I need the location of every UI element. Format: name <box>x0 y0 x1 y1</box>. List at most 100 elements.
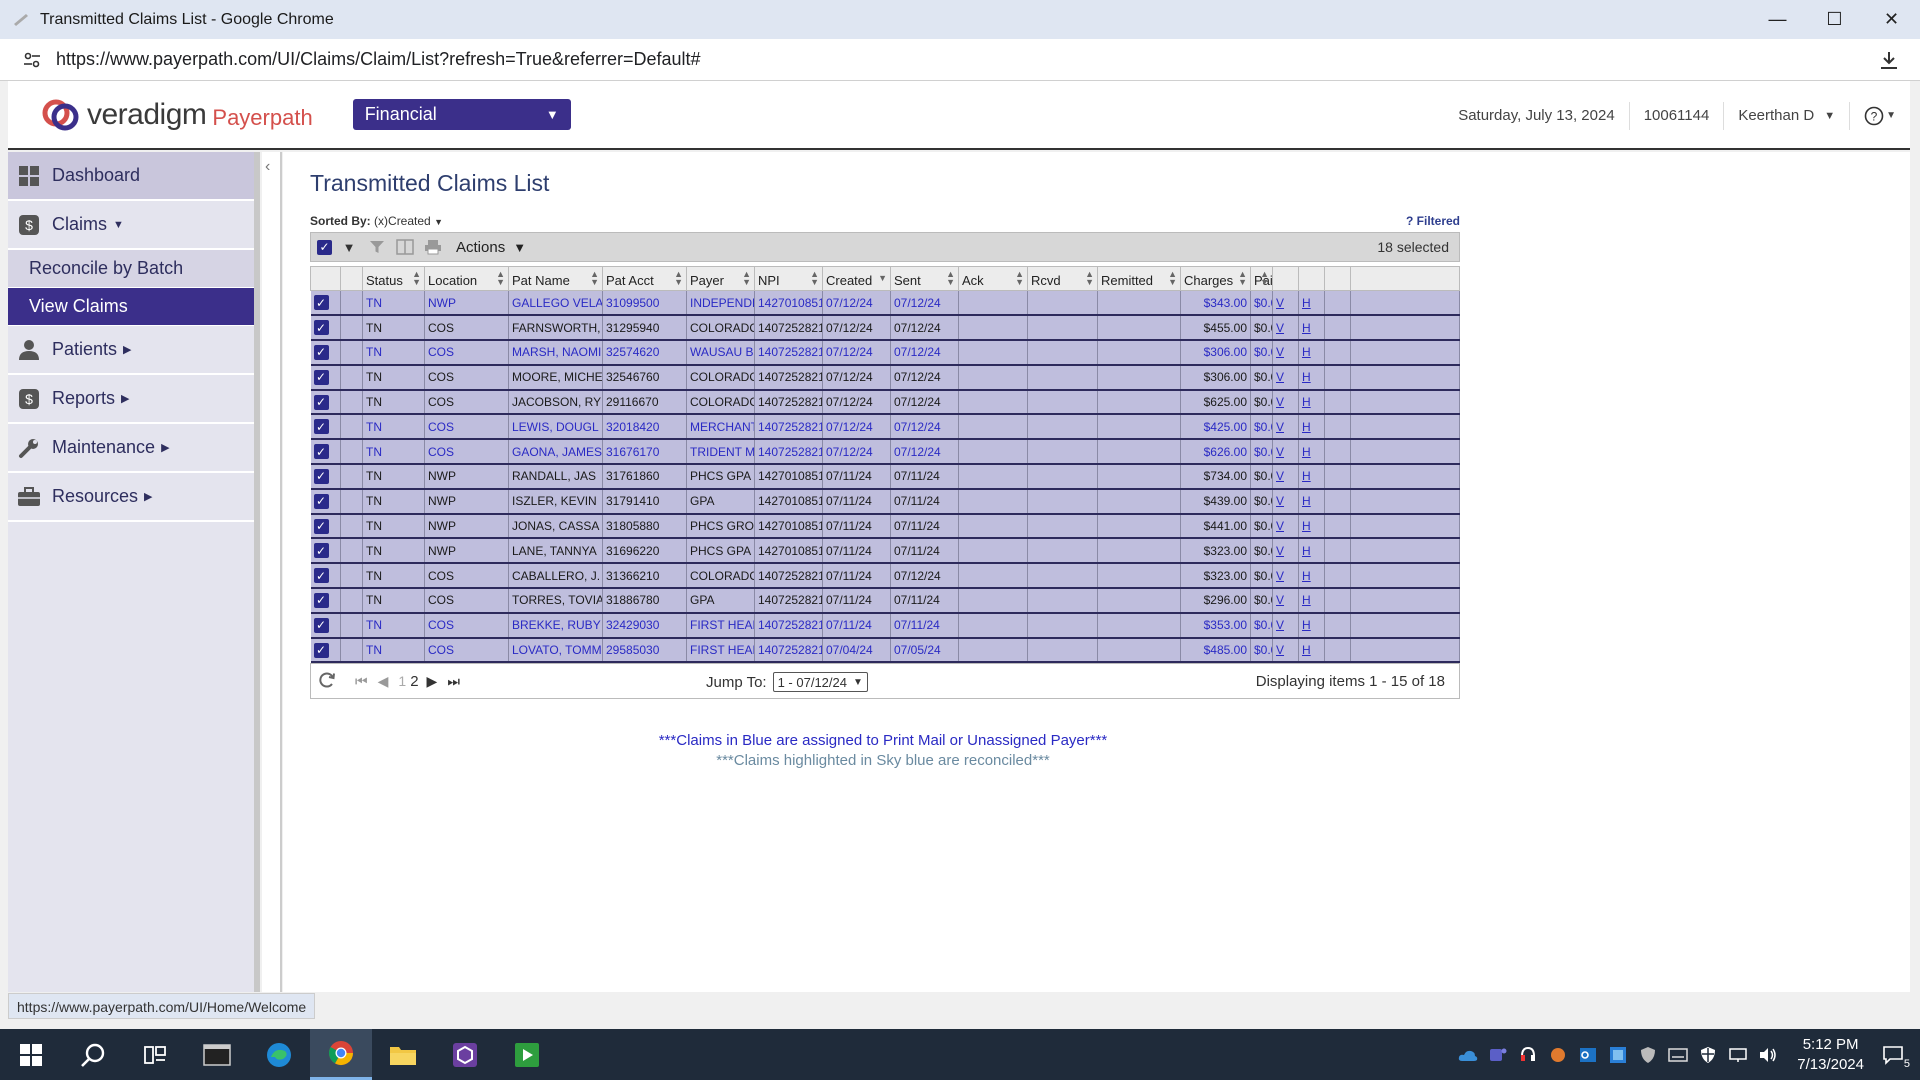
taskbar-app-green[interactable] <box>496 1029 558 1080</box>
row-checkbox[interactable]: ✓ <box>313 419 329 435</box>
sidebar-item-resources[interactable]: Resources ▶ <box>8 473 254 522</box>
headset-icon[interactable] <box>1517 1044 1539 1066</box>
row-checkbox[interactable]: ✓ <box>313 394 329 410</box>
table-row[interactable]: ✓ TNCOSLOVATO, TOMM29585030FIRST HEALTH14… <box>310 637 1460 664</box>
prev-page-icon[interactable]: ◀ <box>378 673 389 690</box>
module-dropdown[interactable]: Financial ▼ <box>352 99 571 130</box>
table-row[interactable]: ✓ TN COS MOORE, MICHE 32546760 COLORADO 140725… <box>310 364 1460 391</box>
filtered-link[interactable]: ? Filtered <box>1406 214 1460 228</box>
table-row[interactable]: ✓ TN NWP LANE, TANNYA 31696220 PHCS GPA 142701… <box>310 538 1460 565</box>
veradigm-logo[interactable]: veradigm Payerpath <box>41 95 313 135</box>
history-link[interactable]: H <box>1302 618 1311 632</box>
sidebar-item-maintenance[interactable]: Maintenance ▶ <box>8 424 254 473</box>
page-1-link[interactable]: 1 <box>398 673 406 689</box>
view-link[interactable]: V <box>1276 296 1284 310</box>
teams-icon[interactable] <box>1487 1044 1509 1066</box>
task-view-button[interactable] <box>124 1029 186 1080</box>
filter-icon[interactable] <box>368 238 386 256</box>
view-link[interactable]: V <box>1276 618 1284 632</box>
select-all-checkbox[interactable]: ✓ <box>317 239 332 255</box>
table-row[interactable]: ✓ TNCOSMARSH, NAOMI32574620WAUSAU BENE140… <box>310 340 1460 366</box>
user-menu[interactable]: Keerthan D ▼ <box>1723 101 1849 130</box>
table-row[interactable]: ✓ TNNWPGALLEGO VELA31099500INDEPENDENT142… <box>310 290 1460 317</box>
taskbar-terminal[interactable] <box>186 1029 248 1080</box>
history-link[interactable]: H <box>1302 519 1311 533</box>
row-checkbox[interactable]: ✓ <box>313 320 329 336</box>
taskbar-app-purple[interactable] <box>434 1029 496 1080</box>
network-icon[interactable] <box>1727 1044 1749 1066</box>
onedrive-icon[interactable] <box>1457 1044 1479 1066</box>
taskbar-chrome[interactable] <box>310 1029 372 1080</box>
view-link[interactable]: V <box>1276 643 1284 657</box>
download-icon[interactable] <box>1878 49 1900 71</box>
table-row[interactable]: ✓ TN COS CABALLERO, J. 31366210 COLORADO 14072… <box>310 563 1460 590</box>
close-window-button[interactable]: ✕ <box>1863 0 1920 39</box>
view-link[interactable]: V <box>1276 544 1284 558</box>
history-link[interactable]: H <box>1302 494 1311 508</box>
columns-icon[interactable] <box>396 238 414 256</box>
sidebar-item-claims[interactable]: $ Claims ▼ <box>8 201 254 250</box>
blue-square-icon[interactable] <box>1607 1044 1629 1066</box>
minimize-button[interactable]: — <box>1749 0 1806 39</box>
row-checkbox[interactable]: ✓ <box>313 369 329 385</box>
maximize-button[interactable]: ☐ <box>1806 0 1863 39</box>
site-settings-icon[interactable] <box>22 50 42 70</box>
view-link[interactable]: V <box>1276 593 1284 607</box>
col-header-location[interactable]: Location ▲ ▼ <box>424 266 509 291</box>
col-header-pat-acct[interactable]: Pat Acct ▲ ▼ <box>602 266 687 291</box>
row-checkbox[interactable]: ✓ <box>313 518 329 534</box>
table-row[interactable]: ✓ TN NWP ISZLER, KEVIN 31791410 GPA 1427010851… <box>310 488 1460 515</box>
table-row[interactable]: ✓ TN NWP JONAS, CASSA 31805880 PHCS GRO 142701… <box>310 513 1460 540</box>
security-shield-icon[interactable] <box>1697 1044 1719 1066</box>
table-row[interactable]: ✓ TN COS FARNSWORTH, 31295940 COLORADO 1407252… <box>310 315 1460 342</box>
row-checkbox[interactable]: ✓ <box>313 617 329 633</box>
row-checkbox[interactable]: ✓ <box>313 642 329 658</box>
history-link[interactable]: H <box>1302 445 1311 459</box>
table-row[interactable]: ✓ TN NWP RANDALL, JAS 31761860 PHCS GPA 142701… <box>310 464 1460 490</box>
taskbar-file-explorer[interactable] <box>372 1029 434 1080</box>
url-field[interactable]: https://www.payerpath.com/UI/Claims/Clai… <box>56 49 701 70</box>
history-link[interactable]: H <box>1302 370 1311 384</box>
view-link[interactable]: V <box>1276 395 1284 409</box>
sidebar-item-view-claims[interactable]: View Claims <box>8 288 254 326</box>
view-link[interactable]: V <box>1276 445 1284 459</box>
history-link[interactable]: H <box>1302 395 1311 409</box>
view-link[interactable]: V <box>1276 469 1284 483</box>
sidebar-item-reports[interactable]: $ Reports ▶ <box>8 375 254 424</box>
table-row[interactable]: ✓ TNCOSGAONA, JAMES31676170TRIDENT MU1407… <box>310 439 1460 466</box>
history-link[interactable]: H <box>1302 345 1311 359</box>
row-checkbox[interactable]: ✓ <box>313 344 329 360</box>
table-row[interactable]: ✓ TN COS TORRES, TOVIA 31886780 GPA 1407252821… <box>310 588 1460 614</box>
history-link[interactable]: H <box>1302 469 1311 483</box>
table-row[interactable]: ✓ TNCOSLEWIS, DOUGL32018420MERCHANTS14072… <box>310 414 1460 441</box>
col-header-remitted[interactable]: Remitted ▲ ▼ <box>1097 266 1181 291</box>
col-header-charges[interactable]: Charges ▲ ▼ <box>1180 266 1251 291</box>
sorted-by[interactable]: Sorted By: (x)Created ▼ <box>310 214 443 228</box>
print-icon[interactable] <box>424 238 442 256</box>
row-checkbox[interactable]: ✓ <box>313 468 329 484</box>
orange-app-icon[interactable] <box>1547 1044 1569 1066</box>
taskbar-edge[interactable] <box>248 1029 310 1080</box>
view-link[interactable]: V <box>1276 420 1284 434</box>
next-page-icon[interactable]: ▶ <box>427 673 438 690</box>
page-2-link[interactable]: 2 <box>410 673 418 690</box>
refresh-icon[interactable] <box>317 670 337 693</box>
last-page-icon[interactable]: ⏭ <box>447 673 460 690</box>
select-dropdown-arrow-icon[interactable]: ▼ <box>340 238 358 256</box>
col-header-payer[interactable]: Payer ▲ ▼ <box>686 266 755 291</box>
keyboard-icon[interactable] <box>1667 1044 1689 1066</box>
col-header-paid[interactable]: Paid▲▼ <box>1250 266 1273 291</box>
row-checkbox[interactable]: ✓ <box>313 592 329 608</box>
actions-menu[interactable]: Actions ▼ <box>456 239 526 256</box>
view-link[interactable]: V <box>1276 494 1284 508</box>
history-link[interactable]: H <box>1302 544 1311 558</box>
col-header-status[interactable]: Status ▲ ▼ <box>362 266 425 291</box>
col-header-created[interactable]: Created ▼ <box>822 266 891 291</box>
start-button[interactable] <box>0 1029 62 1080</box>
history-link[interactable]: H <box>1302 420 1311 434</box>
row-checkbox[interactable]: ✓ <box>313 295 329 311</box>
view-link[interactable]: V <box>1276 519 1284 533</box>
volume-icon[interactable] <box>1757 1044 1779 1066</box>
first-page-icon[interactable]: ⏮ <box>355 673 368 690</box>
search-button[interactable] <box>62 1029 124 1080</box>
